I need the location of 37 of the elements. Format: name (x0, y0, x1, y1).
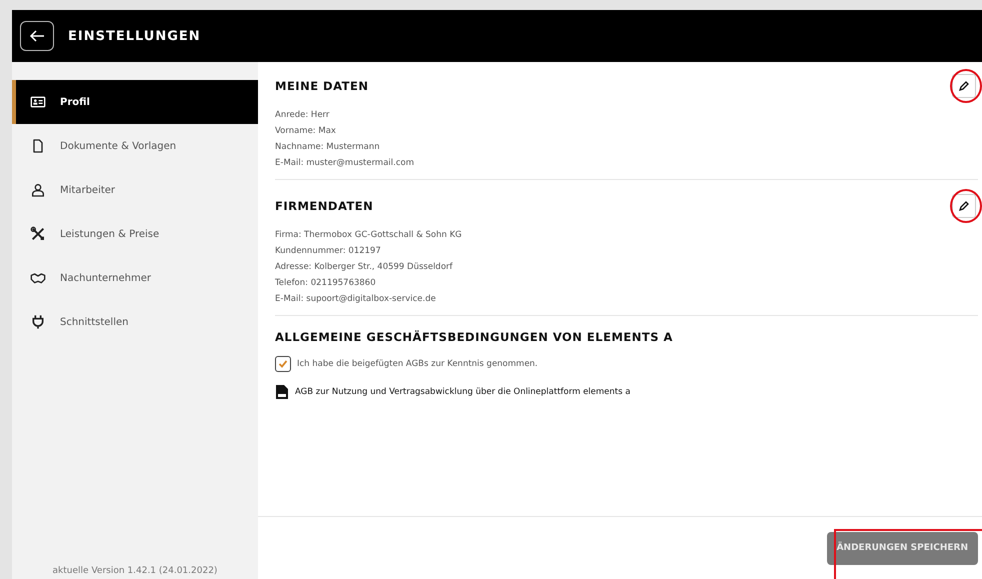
back-arrow-icon (29, 30, 45, 42)
info-text: Anrede: Herr (275, 109, 330, 122)
person-icon (30, 182, 46, 198)
page-title: EINSTELLUNGEN (68, 28, 201, 44)
sidebar-item[interactable]: Nachunternehmer (12, 256, 258, 300)
sidebar-item[interactable]: Schnittstellen (12, 300, 258, 344)
id-card-icon (30, 94, 46, 110)
info-text: Adresse: Kolberger Str., 40599 Düsseldorf (275, 261, 454, 274)
checkbox[interactable] (275, 356, 291, 372)
pdf-file-icon (275, 384, 289, 400)
info-text: E-Mail: muster@mustermail.com (275, 157, 415, 170)
sidebar-item[interactable]: Dokumente & Vorlagen (12, 124, 258, 168)
highlight-circle (950, 189, 982, 223)
document-link[interactable]: AGB zur Nutzung und Vertragsabwicklung über die Onlineplattform elements a (295, 387, 630, 397)
sidebar-item[interactable]: Mitarbeiter (12, 168, 258, 212)
info-text: Telefon: 021195763860 (275, 277, 377, 290)
info-text: E-Mail: supoort@digitalbox-service.de (275, 293, 437, 306)
edit-button[interactable] (952, 74, 976, 98)
pencil-icon (958, 200, 970, 212)
highlight-circle (950, 69, 982, 103)
sidebar-item[interactable]: Leistungen & Preise (12, 212, 258, 256)
sidebar-item[interactable]: Profil (12, 80, 258, 124)
info-text: Kundennummer: 012197 (275, 245, 382, 258)
pencil-icon (958, 80, 970, 92)
plug-icon (30, 314, 46, 330)
back-button[interactable] (20, 21, 54, 51)
edit-button[interactable] (952, 194, 976, 218)
info-text: Vorname: Max (275, 125, 337, 138)
tools-icon (30, 226, 46, 242)
section-title: FIRMENDATEN (275, 199, 374, 213)
info-text: Nachname: Mustermann (275, 141, 381, 154)
check-icon (278, 359, 288, 369)
section-title: ALLGEMEINE GESCHÄFTSBEDINGUNGEN VON ELEMENTS A (275, 330, 674, 344)
checkbox-label: Ich habe die beigefügten AGBs zur Kenntnis genommen. (297, 359, 538, 369)
section-title: MEINE DATEN (275, 79, 368, 93)
version-text: aktuelle Version 1.42.1 (24.01.2022) (52, 566, 218, 578)
info-text: Firma: Thermobox GC-Gottschall & Sohn KG (275, 229, 463, 242)
